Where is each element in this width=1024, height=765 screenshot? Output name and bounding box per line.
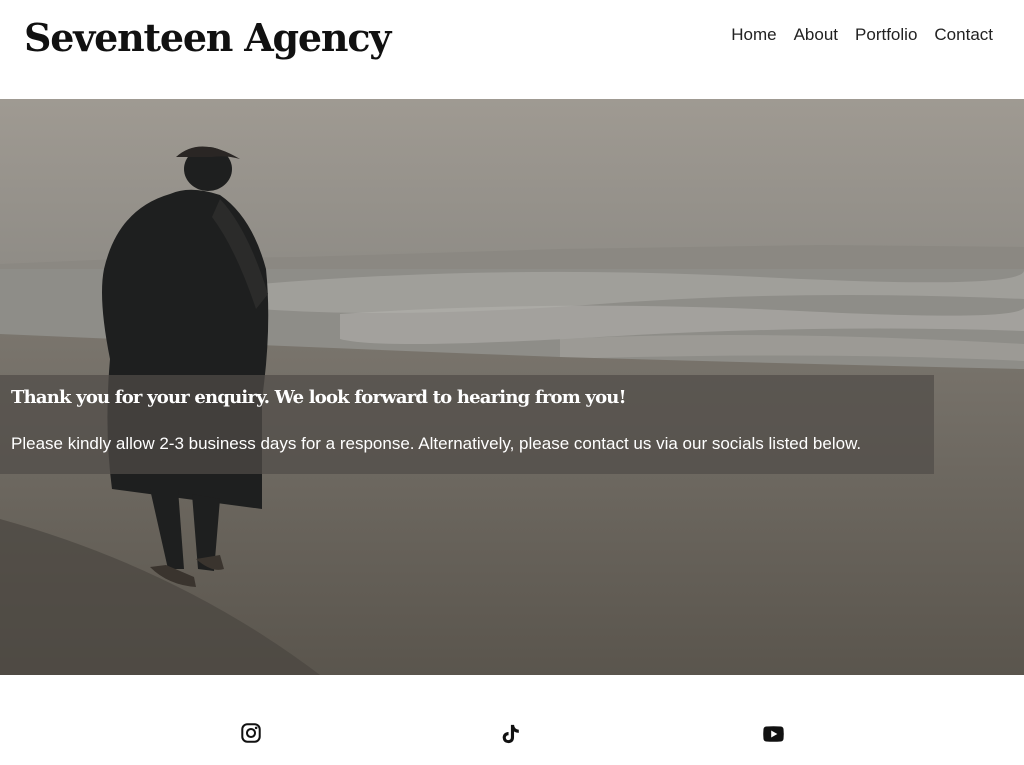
nav-about-link[interactable]: About bbox=[794, 22, 838, 48]
youtube-icon bbox=[763, 726, 784, 742]
nav-contact-link[interactable]: Contact bbox=[934, 22, 993, 48]
youtube-link[interactable] bbox=[761, 722, 785, 746]
site-header: Seventeen Agency Home About Portfolio Co… bbox=[0, 0, 1024, 99]
nav-home-link[interactable]: Home bbox=[731, 22, 776, 48]
instagram-icon bbox=[241, 723, 261, 743]
hero-section: Thank you for your enquiry. We look forw… bbox=[0, 99, 1024, 675]
nav-portfolio-link[interactable]: Portfolio bbox=[855, 22, 917, 48]
tiktok-link[interactable] bbox=[499, 722, 523, 746]
enquiry-confirmation-box: Thank you for your enquiry. We look forw… bbox=[0, 375, 934, 474]
confirmation-text: Please kindly allow 2-3 business days fo… bbox=[11, 434, 862, 453]
tiktok-icon bbox=[502, 724, 519, 744]
social-links bbox=[0, 675, 1024, 765]
confirmation-heading: Thank you for your enquiry. We look forw… bbox=[11, 387, 626, 408]
site-title[interactable]: Seventeen Agency bbox=[24, 10, 391, 66]
main-nav: Home About Portfolio Contact bbox=[731, 22, 993, 48]
instagram-link[interactable] bbox=[240, 722, 264, 746]
